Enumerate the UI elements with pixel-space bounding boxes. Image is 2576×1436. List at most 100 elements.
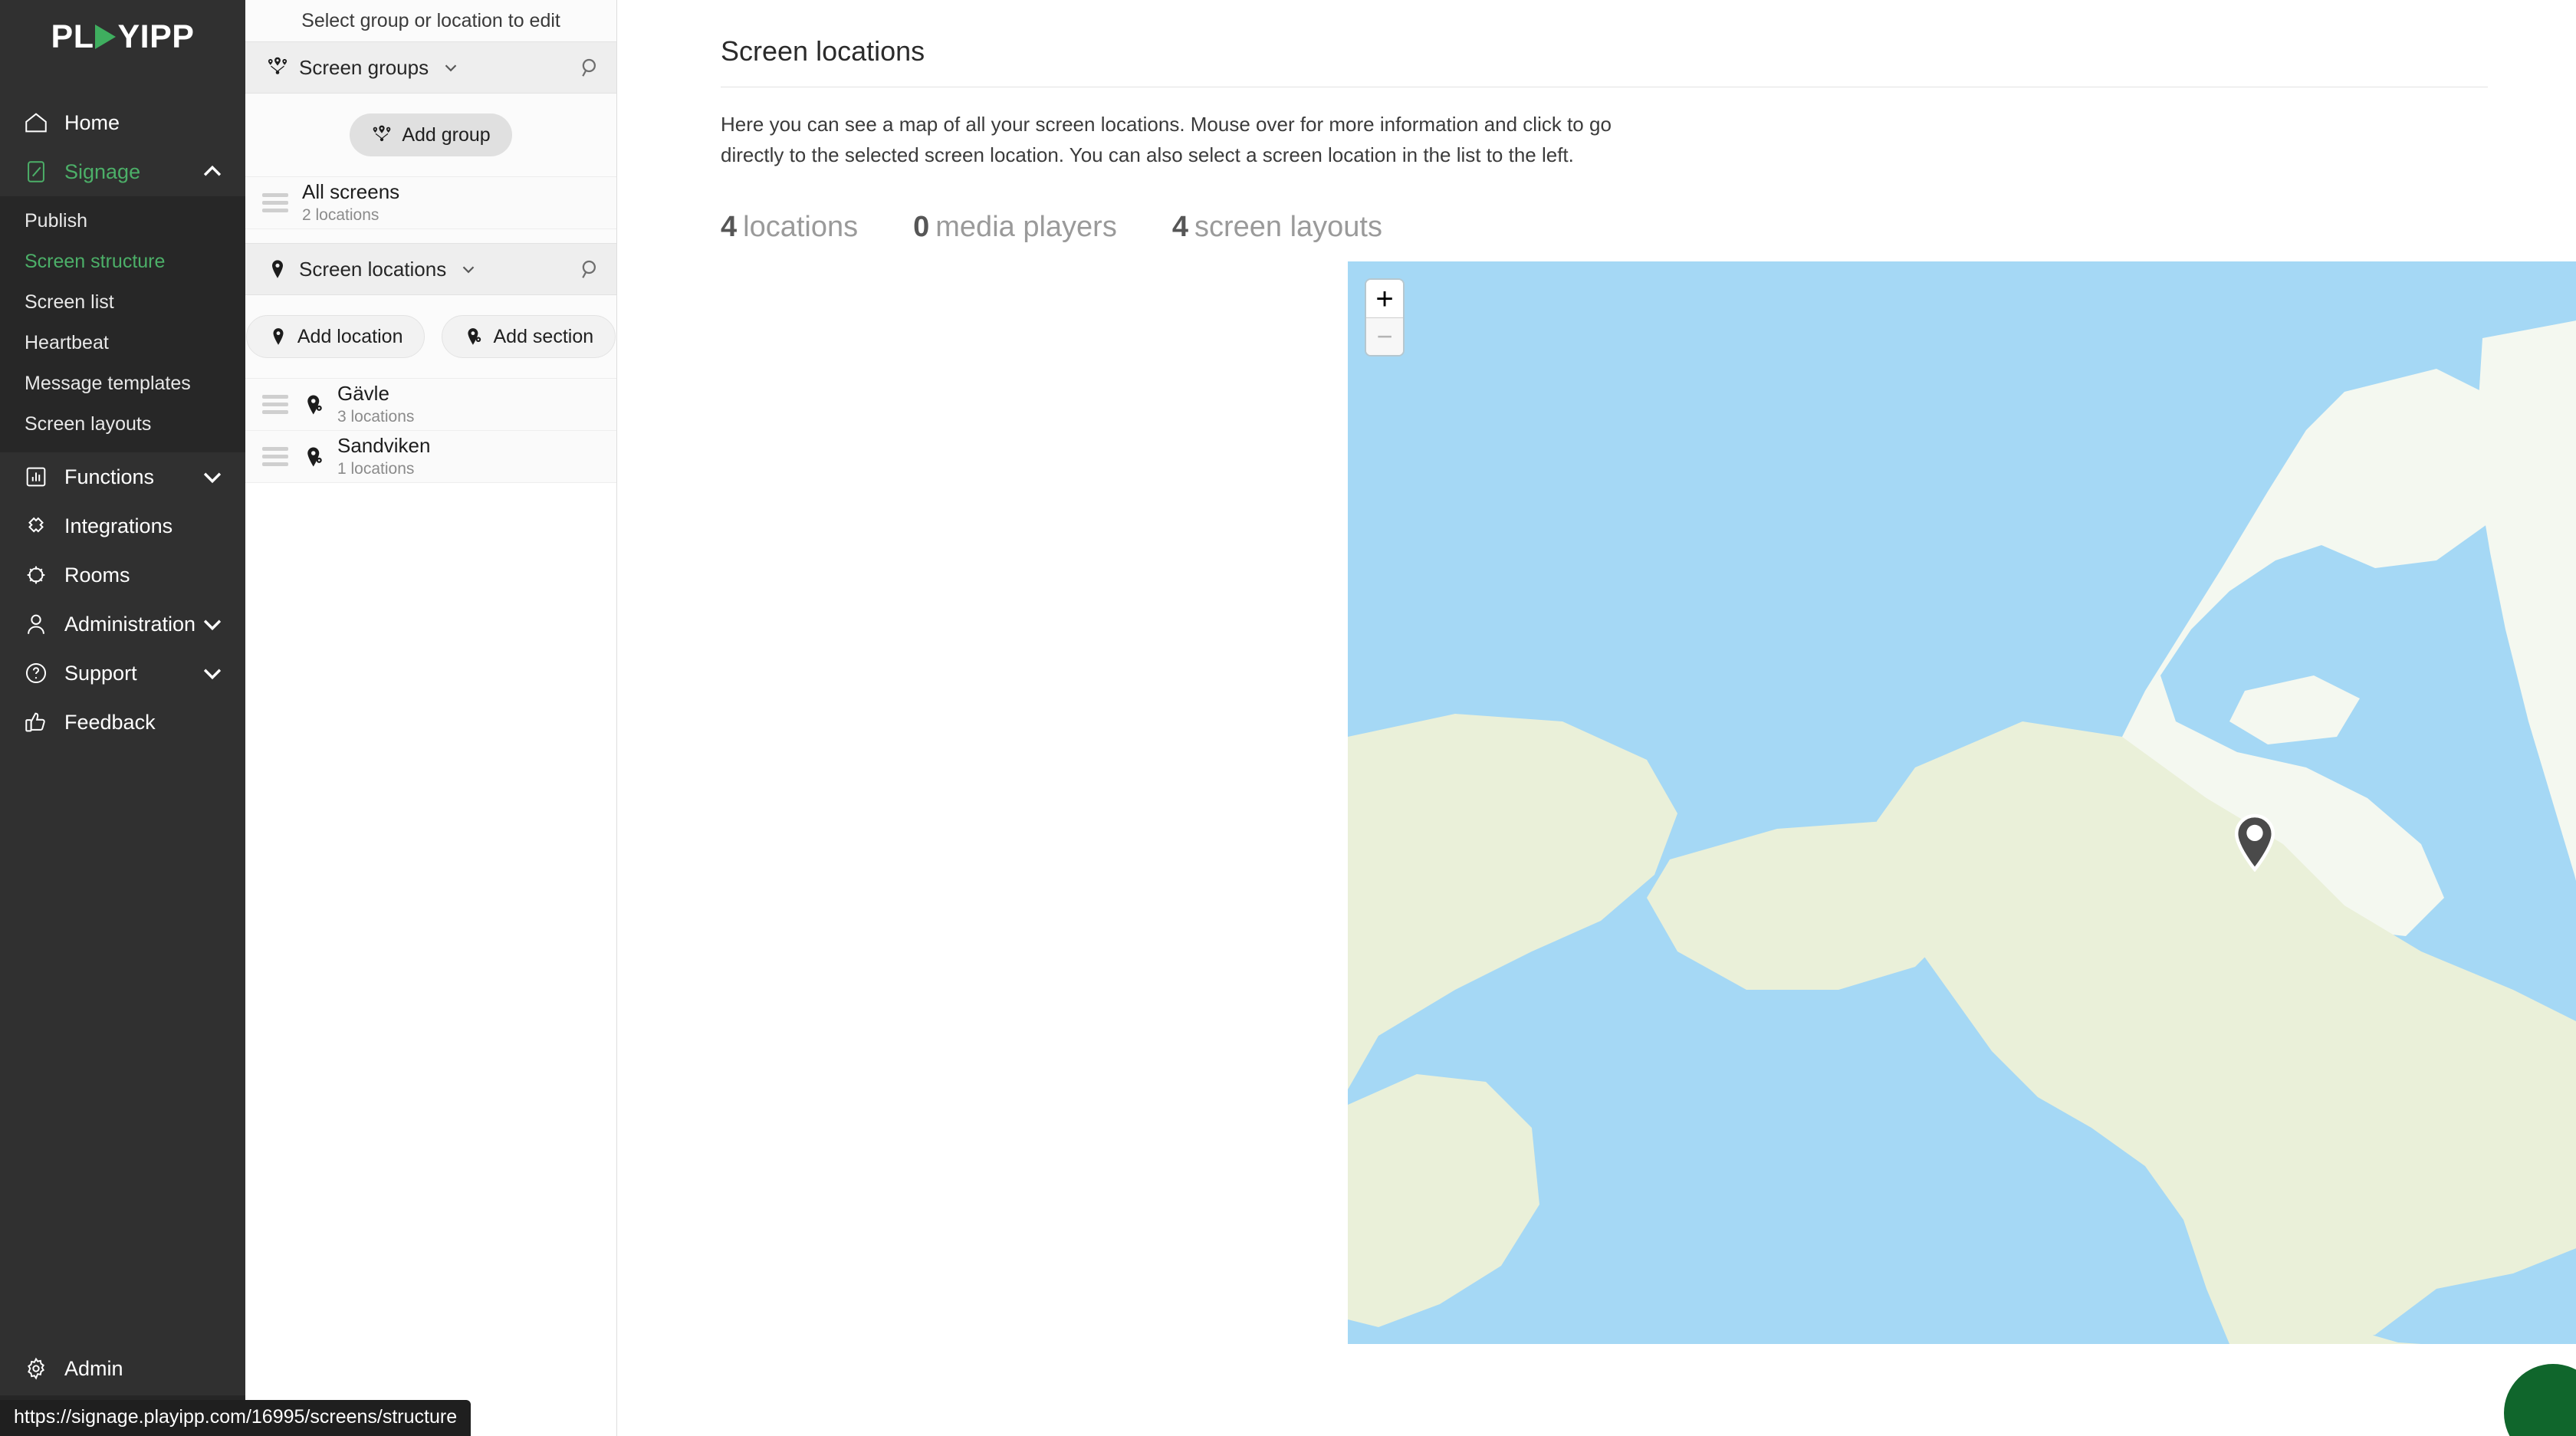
zoom-out-button[interactable]: − [1366, 317, 1403, 355]
search-icon[interactable] [578, 258, 601, 281]
user-icon [20, 608, 52, 640]
world-map-graphic [1348, 261, 2576, 1344]
add-section-label: Add section [493, 325, 594, 347]
sidebar-item-admin[interactable]: Admin [0, 1342, 245, 1395]
search-icon[interactable] [578, 56, 601, 79]
add-group-row: Add group [245, 94, 616, 177]
chevron-up-icon [199, 159, 225, 185]
map-zoom-control[interactable]: + − [1365, 278, 1405, 357]
sidebar-subitem-label: Screen structure [25, 251, 166, 272]
stat-locations-value: 4 [721, 210, 738, 243]
status-bar-url: https://signage.playipp.com/16995/screen… [0, 1400, 472, 1436]
sidebar-item-rooms[interactable]: Rooms [0, 550, 245, 600]
chevron-down-icon [199, 464, 225, 490]
sidebar-item-feedback[interactable]: Feedback [0, 698, 245, 747]
table-row[interactable]: Sandviken 1 locations [245, 431, 616, 483]
chevron-down-icon [199, 660, 225, 686]
main-content: Screen locations Here you can see a map … [617, 0, 2576, 1436]
sidebar-subitem-publish[interactable]: Publish [0, 201, 245, 242]
sidebar-subitem-screen-list[interactable]: Screen list [0, 282, 245, 323]
sidebar-item-label-support: Support [64, 661, 137, 685]
sidebar-item-label-rooms: Rooms [64, 563, 130, 587]
sidebar-item-label-admin: Admin [64, 1356, 123, 1380]
app-root: PL YIPP Home Signage Publish Screen stru… [0, 0, 2576, 1436]
location-row-subtitle: 1 locations [337, 459, 415, 478]
sidebar-subitem-heartbeat[interactable]: Heartbeat [0, 323, 245, 363]
thumbs-up-icon [20, 706, 52, 738]
screen-locations-title: Screen locations [299, 257, 447, 281]
sidebar-item-functions[interactable]: Functions [0, 452, 245, 501]
structure-panel: Select group or location to edit Screen … [245, 0, 617, 1436]
location-row-title: Sandviken [337, 434, 431, 458]
drag-handle-icon[interactable] [262, 447, 288, 466]
screen-groups-header[interactable]: Screen groups [245, 41, 616, 94]
brand-logo[interactable]: PL YIPP [0, 0, 245, 74]
sidebar-item-integrations[interactable]: Integrations [0, 501, 245, 550]
play-triangle-icon [95, 25, 117, 49]
drag-handle-icon[interactable] [262, 395, 288, 414]
screen-groups-icon [371, 124, 393, 146]
stat-media-players-value: 0 [913, 210, 930, 243]
sidebar-item-label-signage: Signage [64, 159, 141, 183]
table-row[interactable]: All screens 2 locations [245, 177, 616, 229]
location-row-title: Gävle [337, 382, 389, 406]
locations-map[interactable]: + − Leaflet | © Thunderforest, © OpenStr… [1348, 261, 2576, 1344]
add-group-button[interactable]: Add group [350, 113, 512, 156]
drag-handle-icon[interactable] [262, 193, 288, 212]
map-pin-section-icon [302, 445, 327, 468]
table-row[interactable]: Gävle 3 locations [245, 379, 616, 431]
sidebar-item-support[interactable]: Support [0, 649, 245, 698]
add-section-button[interactable]: Add section [442, 315, 616, 358]
sidebar-item-label-functions: Functions [64, 465, 155, 488]
status-bar-url-text: https://signage.playipp.com/16995/screen… [14, 1406, 458, 1428]
chat-widget-button[interactable] [2504, 1364, 2576, 1436]
sidebar-item-administration[interactable]: Administration [0, 600, 245, 649]
brand-logo-text: PL YIPP [51, 18, 195, 56]
sidebar-subitem-label: Publish [25, 210, 87, 232]
panel-hint: Select group or location to edit [245, 0, 616, 41]
sidebar-item-signage[interactable]: Signage [0, 147, 245, 196]
map-pin-icon [268, 327, 288, 347]
gear-icon [20, 1352, 52, 1385]
location-row-subtitle: 3 locations [337, 407, 415, 426]
sidebar-item-label-administration: Administration [64, 612, 196, 636]
add-group-label: Add group [402, 123, 491, 146]
signage-submenu: Publish Screen structure Screen list Hea… [0, 196, 245, 452]
brand-text-right: YIPP [117, 18, 195, 55]
stat-media-players: 0 media players [913, 211, 1117, 244]
location-row-texts: Sandviken 1 locations [337, 434, 431, 478]
zoom-in-button[interactable]: + [1366, 280, 1403, 317]
map-pin-icon [264, 258, 291, 280]
stat-screen-layouts: 4 screen layouts [1172, 211, 1382, 244]
location-row-texts: Gävle 3 locations [337, 382, 415, 426]
add-location-row: Add location Add section [245, 295, 616, 379]
group-row-texts: All screens 2 locations [302, 180, 400, 225]
sidebar-subitem-message-templates[interactable]: Message templates [0, 363, 245, 404]
sidebar-subitem-screen-layouts[interactable]: Screen layouts [0, 404, 245, 445]
brand-text-left: PL [51, 18, 94, 55]
chevron-down-icon[interactable] [458, 259, 478, 279]
map-pin-section-icon [302, 393, 327, 416]
screen-locations-header[interactable]: Screen locations [245, 243, 616, 295]
chevron-down-icon[interactable] [441, 58, 461, 77]
map-marker-icon[interactable] [2233, 813, 2276, 872]
group-row-title: All screens [302, 180, 400, 204]
stat-locations-label: locations [743, 210, 859, 243]
panel-empty-space [245, 483, 616, 1436]
sidebar-item-home[interactable]: Home [0, 98, 245, 147]
screen-icon [20, 156, 52, 188]
sidebar-item-label-feedback: Feedback [64, 710, 156, 734]
stat-screen-layouts-value: 4 [1171, 210, 1188, 243]
sidebar-subitem-label: Screen layouts [25, 413, 152, 435]
map-pin-section-icon [464, 327, 484, 347]
puzzle-icon [20, 510, 52, 542]
sidebar-subitem-screen-structure[interactable]: Screen structure [0, 242, 245, 282]
screen-groups-title: Screen groups [299, 55, 429, 79]
page-title: Screen locations [721, 35, 925, 67]
sidebar-subitem-label: Screen list [25, 291, 114, 313]
add-location-button[interactable]: Add location [245, 315, 426, 358]
stats-row: 4 locations 0 media players 4 screen layout… [721, 211, 2488, 244]
page-description: Here you can see a map of all your scree… [721, 113, 1612, 167]
chevron-down-icon [199, 611, 225, 637]
map-tiles [1348, 261, 2576, 1344]
